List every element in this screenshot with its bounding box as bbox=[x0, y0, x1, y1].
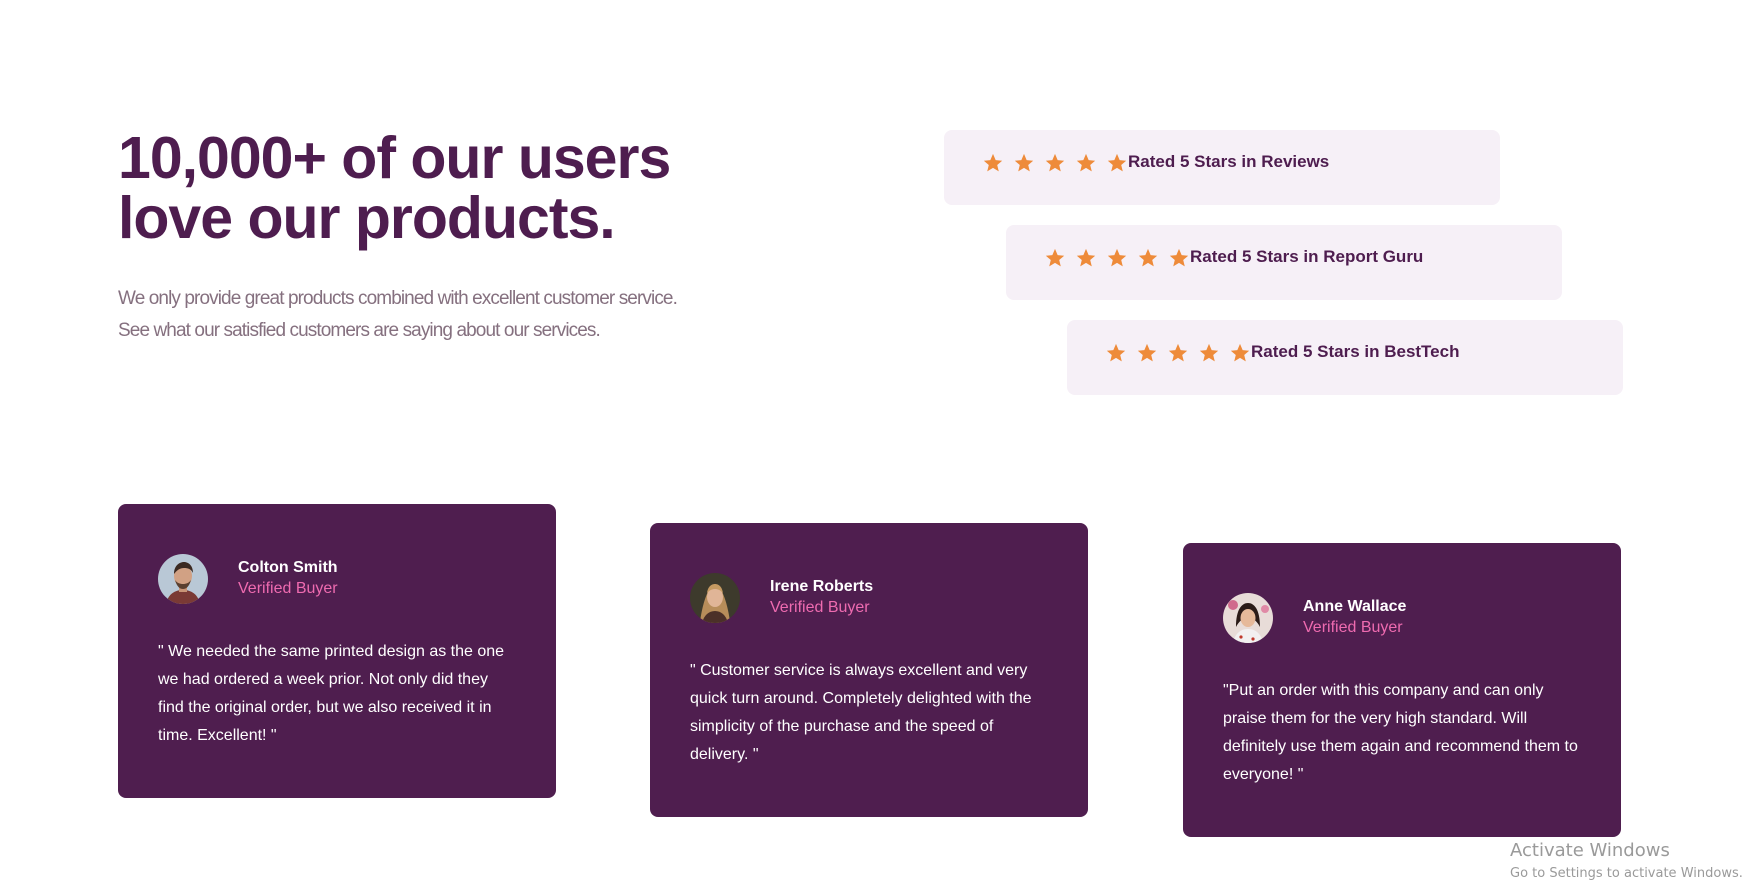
star-icon bbox=[1106, 152, 1128, 174]
intro-text: We only provide great products combined … bbox=[118, 283, 738, 347]
testimonial-card-anne-wallace: Anne Wallace Verified Buyer "Put an orde… bbox=[1183, 543, 1621, 837]
reviewer-info: Colton Smith Verified Buyer bbox=[238, 558, 338, 600]
rating-label: Rated 5 Stars in Reviews bbox=[1128, 151, 1330, 171]
reviewer-name: Colton Smith bbox=[238, 559, 338, 576]
testimonial-card-colton-smith: Colton Smith Verified Buyer " We needed … bbox=[118, 504, 556, 798]
rating-besttech: Rated 5 Stars in BestTech bbox=[1067, 320, 1623, 395]
star-rating bbox=[1105, 342, 1251, 364]
intro-line-1: We only provide great products combined … bbox=[118, 288, 678, 309]
reviewer-role: Verified Buyer bbox=[1303, 619, 1403, 636]
watermark-subtitle: Go to Settings to activate Windows. bbox=[1510, 866, 1743, 881]
testimonial-quote: " We needed the same printed design as t… bbox=[158, 643, 505, 744]
star-icon bbox=[1105, 342, 1127, 364]
reviewer: Irene Roberts Verified Buyer bbox=[690, 573, 1048, 623]
star-icon bbox=[1075, 247, 1097, 269]
star-icon bbox=[1044, 152, 1066, 174]
star-rating bbox=[982, 152, 1128, 174]
star-icon bbox=[982, 152, 1004, 174]
page-title: 10,000+ of our users love our products. bbox=[118, 128, 738, 248]
rating-label: Rated 5 Stars in Report Guru bbox=[1190, 246, 1424, 266]
star-icon bbox=[1013, 152, 1035, 174]
reviewer-role: Verified Buyer bbox=[238, 580, 338, 597]
avatar bbox=[158, 554, 208, 604]
reviewer-name: Irene Roberts bbox=[770, 578, 874, 595]
star-icon bbox=[1136, 342, 1158, 364]
watermark-title: Activate Windows bbox=[1510, 840, 1670, 861]
star-icon bbox=[1168, 247, 1190, 269]
reviewer-name: Anne Wallace bbox=[1303, 598, 1407, 615]
headline-line-2: love our products. bbox=[118, 185, 616, 251]
headline-line-1: 10,000+ of our users bbox=[118, 125, 671, 191]
star-icon bbox=[1229, 342, 1251, 364]
reviewer-role: Verified Buyer bbox=[770, 599, 870, 616]
star-rating bbox=[1044, 247, 1190, 269]
testimonial-quote: "Put an order with this company and can … bbox=[1223, 682, 1578, 783]
reviewer-info: Irene Roberts Verified Buyer bbox=[770, 577, 873, 619]
star-icon bbox=[1106, 247, 1128, 269]
rating-label: Rated 5 Stars in BestTech bbox=[1251, 341, 1460, 361]
intro-line-2: See what our satisfied customers are say… bbox=[118, 320, 601, 341]
reviewer: Anne Wallace Verified Buyer bbox=[1223, 593, 1581, 643]
activate-windows-watermark: Activate Windows Go to Settings to activ… bbox=[1510, 840, 1743, 883]
testimonial-quote: " Customer service is always excellent a… bbox=[690, 662, 1032, 763]
avatar bbox=[1223, 593, 1273, 643]
testimonial-card-irene-roberts: Irene Roberts Verified Buyer " Customer … bbox=[650, 523, 1088, 817]
rating-report-guru: Rated 5 Stars in Report Guru bbox=[1006, 225, 1562, 300]
star-icon bbox=[1167, 342, 1189, 364]
reviewer-info: Anne Wallace Verified Buyer bbox=[1303, 597, 1406, 639]
testimonials-page: 10,000+ of our users love our products. … bbox=[0, 0, 1758, 888]
star-icon bbox=[1044, 247, 1066, 269]
star-icon bbox=[1198, 342, 1220, 364]
star-icon bbox=[1075, 152, 1097, 174]
rating-reviews: Rated 5 Stars in Reviews bbox=[944, 130, 1500, 205]
reviewer: Colton Smith Verified Buyer bbox=[158, 554, 516, 604]
star-icon bbox=[1137, 247, 1159, 269]
avatar bbox=[690, 573, 740, 623]
